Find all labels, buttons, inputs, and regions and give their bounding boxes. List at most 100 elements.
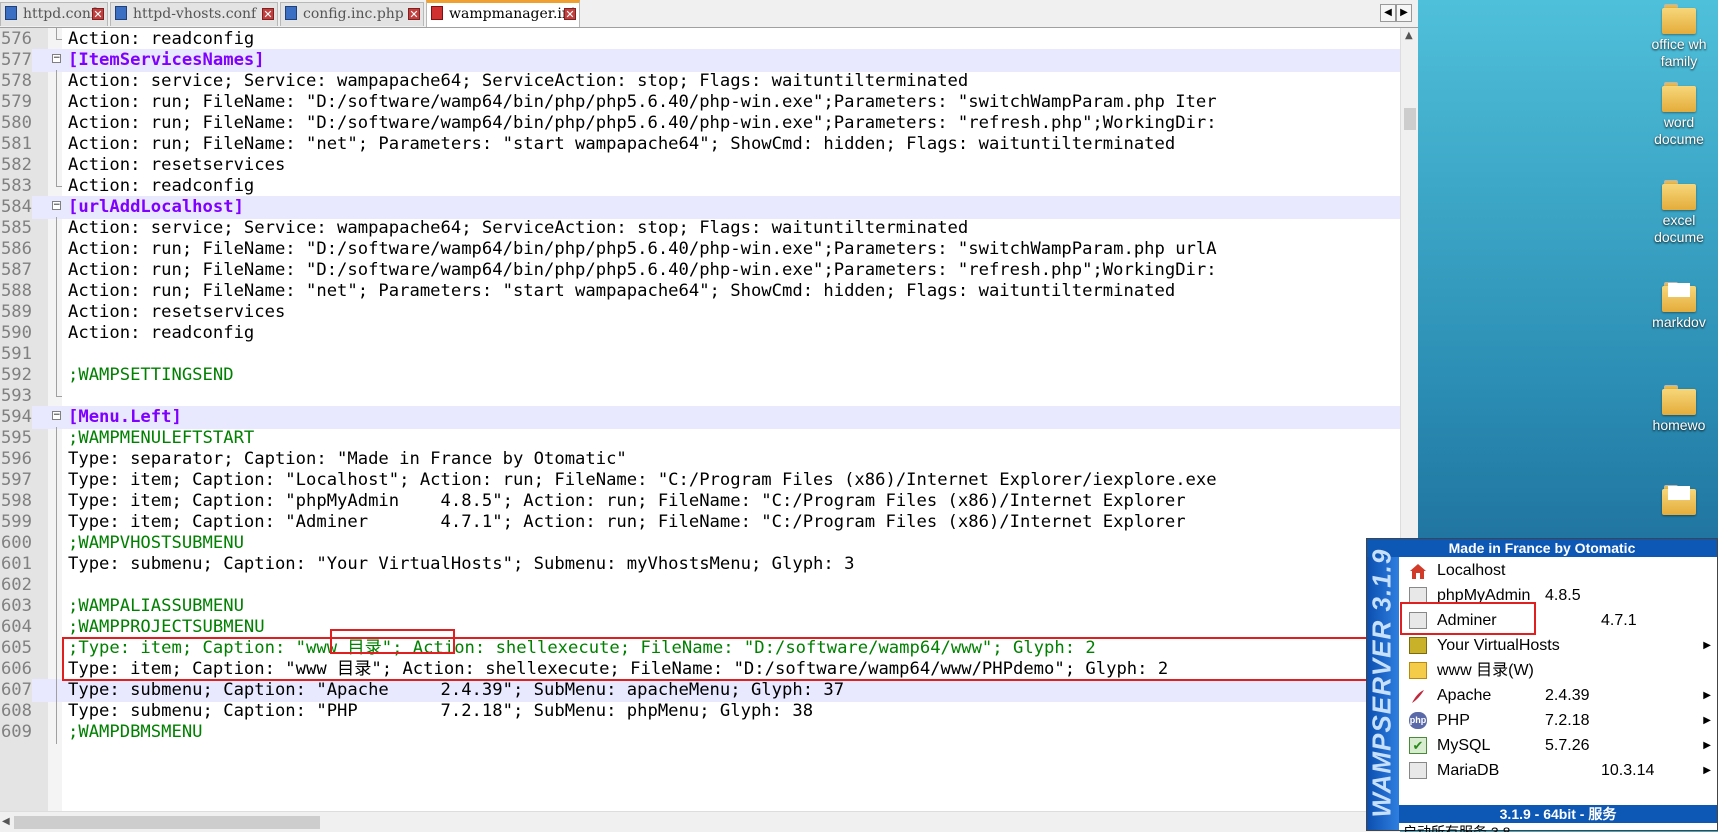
fold-collapse-icon[interactable]: − (52, 201, 61, 210)
line-text: Action: readconfig (68, 323, 255, 343)
wampserver-menu: Made in France by Otomatic WAMPSERVER 3.… (1366, 538, 1718, 832)
code-line: 602 (0, 574, 1400, 597)
side-banner-label: WAMPSERVER 3.1.9 (1366, 548, 1397, 818)
line-text: Type: submenu; Caption: "PHP 7.2.18"; Su… (68, 701, 814, 721)
highlight-box-www-item (1400, 602, 1536, 635)
line-number: 584 (0, 196, 32, 219)
line-number: 577 (0, 49, 32, 72)
horizontal-scroll-thumb[interactable] (14, 816, 320, 829)
line-number: 608 (0, 701, 32, 721)
fold-end-marker (56, 28, 62, 40)
menu-item-www[interactable]: www 目录(W) (1403, 657, 1715, 684)
tab-scroll-left-button[interactable]: ◀ (1380, 4, 1396, 22)
desktop-icon-label: excel (1662, 212, 1696, 228)
code-line: 603 ;WAMPALIASSUBMENU (0, 595, 1400, 618)
code-line: 607 Type: submenu; Caption: "Apache 2.4.3… (0, 679, 1400, 702)
fold-line (56, 532, 57, 555)
code-line: 593 (0, 385, 1400, 408)
menu-item-mariadb[interactable]: MariaDB 10.3.14 ▶ (1403, 757, 1715, 784)
code-area[interactable]: 576 Action: readconfig 577− [ItemServicesN… (0, 28, 1400, 811)
fold-line (56, 154, 57, 177)
menu-item-localhost[interactable]: Localhost (1403, 557, 1715, 584)
close-icon[interactable]: ✕ (92, 8, 104, 20)
line-number: 609 (0, 722, 32, 742)
desktop-icon-excel[interactable]: excel docume (1640, 180, 1718, 246)
tab-scroll-right-button[interactable]: ▶ (1396, 4, 1412, 22)
line-number: 597 (0, 470, 32, 490)
close-icon[interactable]: ✕ (262, 8, 274, 20)
fold-collapse-icon[interactable]: − (52, 54, 61, 63)
menu-item-virtualhosts[interactable]: Your VirtualHosts ▶ (1403, 632, 1715, 659)
line-number: 576 (0, 29, 32, 49)
line-number: 598 (0, 491, 32, 511)
line-number: 583 (0, 176, 32, 196)
line-text: Action: run; FileName: "D:/software/wamp… (68, 239, 1217, 259)
menu-item-apache[interactable]: Apache 2.4.39 ▶ (1403, 682, 1715, 709)
folder-icon (1662, 4, 1696, 34)
line-number: 602 (0, 575, 32, 595)
line-number: 585 (0, 218, 32, 238)
tab-httpd-conf[interactable]: httpd.conf ✕ (0, 2, 108, 26)
close-icon[interactable]: ✕ (408, 8, 420, 20)
file-icon (285, 6, 297, 20)
desktop-icon-folder[interactable] (1640, 485, 1718, 517)
line-text: Action: service; Service: wampapache64; … (68, 218, 969, 238)
code-line: 592 ;WAMPSETTINGSEND (0, 364, 1400, 387)
vertical-scroll-thumb[interactable] (1404, 108, 1416, 130)
menu-item-label: PHP (1437, 712, 1470, 729)
desktop-icon-label: family (1660, 53, 1698, 69)
folder-icon (1662, 385, 1696, 415)
code-line: 608 Type: submenu; Caption: "PHP 7.2.18";… (0, 700, 1400, 723)
desktop-icon-office[interactable]: office wh family (1640, 4, 1718, 70)
desktop-icon-homework[interactable]: homewo (1640, 385, 1718, 434)
fold-line (56, 574, 57, 597)
tab-bar: httpd.conf ✕ httpd-vhosts.conf ✕ config.… (0, 0, 1418, 28)
menu-item-php[interactable]: php PHP 7.2.18 ▶ (1403, 707, 1715, 734)
fold-line (56, 91, 57, 114)
line-number: 600 (0, 533, 32, 553)
line-text: Type: item; Caption: "Localhost"; Action… (68, 470, 1217, 490)
submenu-arrow-icon: ▶ (1703, 715, 1711, 726)
tab-label: wampmanager.ini (449, 6, 576, 22)
line-number: 578 (0, 71, 32, 91)
code-line: 596 Type: separator; Caption: "Made in Fr… (0, 448, 1400, 471)
line-number: 581 (0, 134, 32, 154)
tab-wampmanager-ini[interactable]: wampmanager.ini ✕ (426, 0, 580, 27)
scroll-left-icon[interactable]: ◀ (2, 816, 10, 827)
submenu-arrow-icon: ▶ (1703, 765, 1711, 776)
code-line: 585 Action: service; Service: wampapache6… (0, 217, 1400, 240)
tab-httpd-vhosts-conf[interactable]: httpd-vhosts.conf ✕ (110, 2, 278, 26)
fold-line (56, 112, 57, 135)
desktop-icon-markdown[interactable]: markdov (1640, 282, 1718, 331)
fold-end-marker (56, 175, 62, 187)
code-line: 582 Action: resetservices (0, 154, 1400, 177)
close-icon[interactable]: ✕ (564, 8, 576, 20)
code-line: 588 Action: run; FileName: "net"; Paramet… (0, 280, 1400, 303)
code-line: 580 Action: run; FileName: "D:/software/w… (0, 112, 1400, 135)
fold-line (56, 322, 57, 345)
tab-config-inc-php[interactable]: config.inc.php ✕ (280, 2, 424, 26)
code-line: 595 ;WAMPMENULEFTSTART (0, 427, 1400, 450)
desktop-icon-word[interactable]: word docume (1640, 82, 1718, 148)
line-text: Action: run; FileName: "D:/software/wamp… (68, 92, 1217, 112)
folder-icon (1662, 180, 1696, 210)
code-line: 600 ;WAMPVHOSTSUBMENU (0, 532, 1400, 555)
code-line: 577 − [ItemServicesNames] (0, 49, 1400, 72)
fold-collapse-icon[interactable]: − (52, 411, 61, 420)
desktop-icon-label: markdov (1652, 314, 1706, 330)
menu-item-mysql[interactable]: ✔ MySQL 5.7.26 ▶ (1403, 732, 1715, 759)
scroll-up-icon[interactable]: ▲ (1405, 30, 1413, 41)
fold-line (56, 511, 57, 534)
line-text: Type: separator; Caption: "Made in Franc… (68, 449, 627, 469)
file-icon (5, 6, 17, 20)
desktop-icon-label: office wh (1651, 36, 1707, 52)
code-line: 604 ;WAMPPROJECTSUBMENU (0, 616, 1400, 639)
fold-end-marker (56, 385, 62, 397)
horizontal-scrollbar[interactable]: ◀ (0, 811, 1400, 832)
line-text: Type: submenu; Caption: "Your VirtualHos… (68, 554, 855, 574)
fold-line (56, 553, 57, 576)
line-text: Action: run; FileName: "net"; Parameters… (68, 134, 1176, 154)
line-number: 594 (0, 406, 32, 429)
line-text: ;WAMPVHOSTSUBMENU (68, 533, 244, 553)
line-text: Action: readconfig (68, 176, 255, 196)
